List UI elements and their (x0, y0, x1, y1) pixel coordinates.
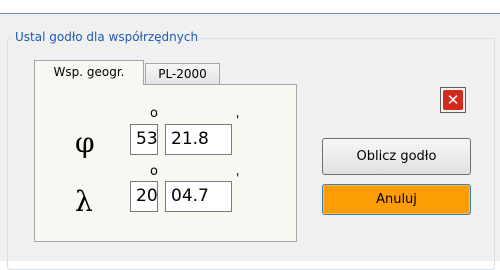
tab-panel-geographic (34, 84, 297, 242)
cancel-button[interactable]: Anuluj (322, 184, 471, 215)
tab-pl2000[interactable]: PL-2000 (145, 63, 220, 85)
compute-button[interactable]: Oblicz godło (322, 138, 471, 175)
phi-symbol: φ (75, 126, 95, 159)
phi-degrees-input[interactable]: 53 (130, 124, 158, 155)
lambda-minute-mark: ' (236, 171, 240, 185)
lambda-symbol: λ (75, 185, 93, 218)
lambda-minutes-input[interactable]: 04.7 (165, 181, 232, 212)
phi-minute-mark: ' (236, 113, 240, 127)
groupbox-title: Ustal godło dla współrzędnych (12, 29, 202, 45)
lambda-degree-mark: o (150, 164, 158, 179)
phi-degree-mark: o (150, 106, 158, 121)
lambda-degrees-input[interactable]: 20 (130, 181, 158, 212)
close-icon: ✕ (443, 90, 463, 110)
window-top-border (0, 13, 500, 14)
tab-geographic[interactable]: Wsp. geogr. (34, 60, 144, 85)
phi-minutes-input[interactable]: 21.8 (165, 124, 232, 155)
close-button[interactable]: ✕ (440, 87, 466, 113)
